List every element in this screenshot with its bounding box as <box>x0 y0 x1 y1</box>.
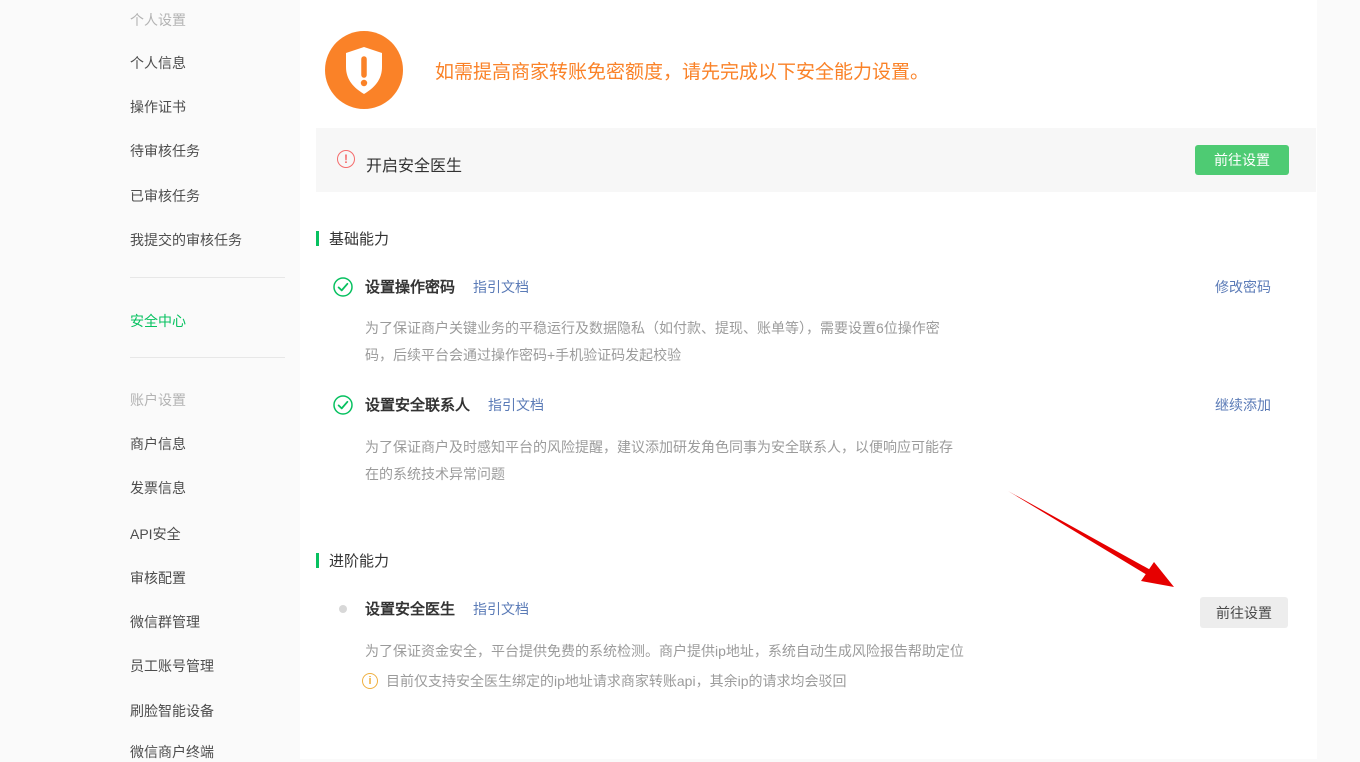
error-circle-icon: ! <box>337 150 355 168</box>
pending-dot-icon <box>339 605 347 613</box>
section-title: 进阶能力 <box>329 550 389 571</box>
item-description: 为了保证商户关键业务的平稳运行及数据隐私（如付款、提现、账单等），需要设置6位操… <box>365 315 965 369</box>
section-accent-bar <box>316 553 319 568</box>
sidebar-item-wechat-merchant-terminal[interactable]: 微信商户终端 <box>130 742 214 762</box>
item-set-security-contact: 设置安全联系人 指引文档 <box>333 394 544 415</box>
sidebar-item-operation-cert[interactable]: 操作证书 <box>130 97 186 117</box>
guide-doc-link[interactable]: 指引文档 <box>473 599 529 619</box>
banner-message: 如需提高商家转账免密额度，请先完成以下安全能力设置。 <box>435 57 929 84</box>
sidebar-item-security-center[interactable]: 安全中心 <box>130 311 186 331</box>
ip-restriction-note: i 目前仅支持安全医生绑定的ip地址请求商家转账api，其余ip的请求均会驳回 <box>362 671 846 691</box>
item-description: 为了保证商户及时感知平台的风险提醒，建议添加研发角色同事为安全联系人，以便响应可… <box>365 434 965 488</box>
go-to-settings-button-gray[interactable]: 前往设置 <box>1200 597 1288 628</box>
sidebar-item-staff-account-mgmt[interactable]: 员工账号管理 <box>130 656 214 676</box>
item-title: 设置操作密码 <box>365 276 455 297</box>
note-text: 目前仅支持安全医生绑定的ip地址请求商家转账api，其余ip的请求均会驳回 <box>386 671 846 691</box>
guide-doc-link[interactable]: 指引文档 <box>488 395 544 415</box>
guide-doc-link[interactable]: 指引文档 <box>473 277 529 297</box>
section-accent-bar <box>316 231 319 246</box>
section-title: 基础能力 <box>329 228 389 249</box>
item-set-operation-password: 设置操作密码 指引文档 <box>333 276 529 297</box>
alert-title: 开启安全医生 <box>366 152 462 176</box>
sidebar-item-face-smart-device[interactable]: 刷脸智能设备 <box>130 701 214 721</box>
continue-add-link[interactable]: 继续添加 <box>1215 395 1271 415</box>
item-title: 设置安全医生 <box>365 598 455 619</box>
check-circle-icon <box>333 277 353 297</box>
sidebar: 个人设置 个人信息 操作证书 待审核任务 已审核任务 我提交的审核任务 安全中心… <box>0 0 300 759</box>
shield-exclamation-icon <box>325 31 403 109</box>
sidebar-item-pending-tasks[interactable]: 待审核任务 <box>130 141 200 161</box>
security-doctor-alert-bar: ! 开启安全医生 前往设置 <box>316 128 1316 192</box>
sidebar-item-wechat-group-mgmt[interactable]: 微信群管理 <box>130 612 200 632</box>
item-title: 设置安全联系人 <box>365 394 470 415</box>
change-password-link[interactable]: 修改密码 <box>1215 277 1271 297</box>
sidebar-item-api-security[interactable]: API安全 <box>130 524 181 544</box>
info-circle-icon: i <box>362 673 378 689</box>
sidebar-group-personal-settings: 个人设置 <box>130 10 186 30</box>
item-description: 为了保证资金安全，平台提供免费的系统检测。商户提供ip地址，系统自动生成风险报告… <box>365 638 1005 665</box>
sidebar-item-personal-info[interactable]: 个人信息 <box>130 53 186 73</box>
sidebar-item-review-config[interactable]: 审核配置 <box>130 568 186 588</box>
sidebar-item-reviewed-tasks[interactable]: 已审核任务 <box>130 186 200 206</box>
item-set-security-doctor: 设置安全医生 指引文档 <box>333 598 529 619</box>
sidebar-divider <box>130 277 285 278</box>
section-basic-capability: 基础能力 <box>316 228 389 249</box>
annotation-arrow-icon <box>1002 487 1187 602</box>
check-circle-icon <box>333 395 353 415</box>
sidebar-item-invoice-info[interactable]: 发票信息 <box>130 478 186 498</box>
sidebar-item-my-submitted-tasks[interactable]: 我提交的审核任务 <box>130 230 242 250</box>
section-advanced-capability: 进阶能力 <box>316 550 389 571</box>
main-content: 如需提高商家转账免密额度，请先完成以下安全能力设置。 ! 开启安全医生 前往设置… <box>300 0 1317 759</box>
sidebar-group-account-settings: 账户设置 <box>130 390 186 410</box>
sidebar-divider <box>130 357 285 358</box>
go-to-settings-button[interactable]: 前往设置 <box>1195 145 1289 175</box>
sidebar-item-merchant-info[interactable]: 商户信息 <box>130 434 186 454</box>
